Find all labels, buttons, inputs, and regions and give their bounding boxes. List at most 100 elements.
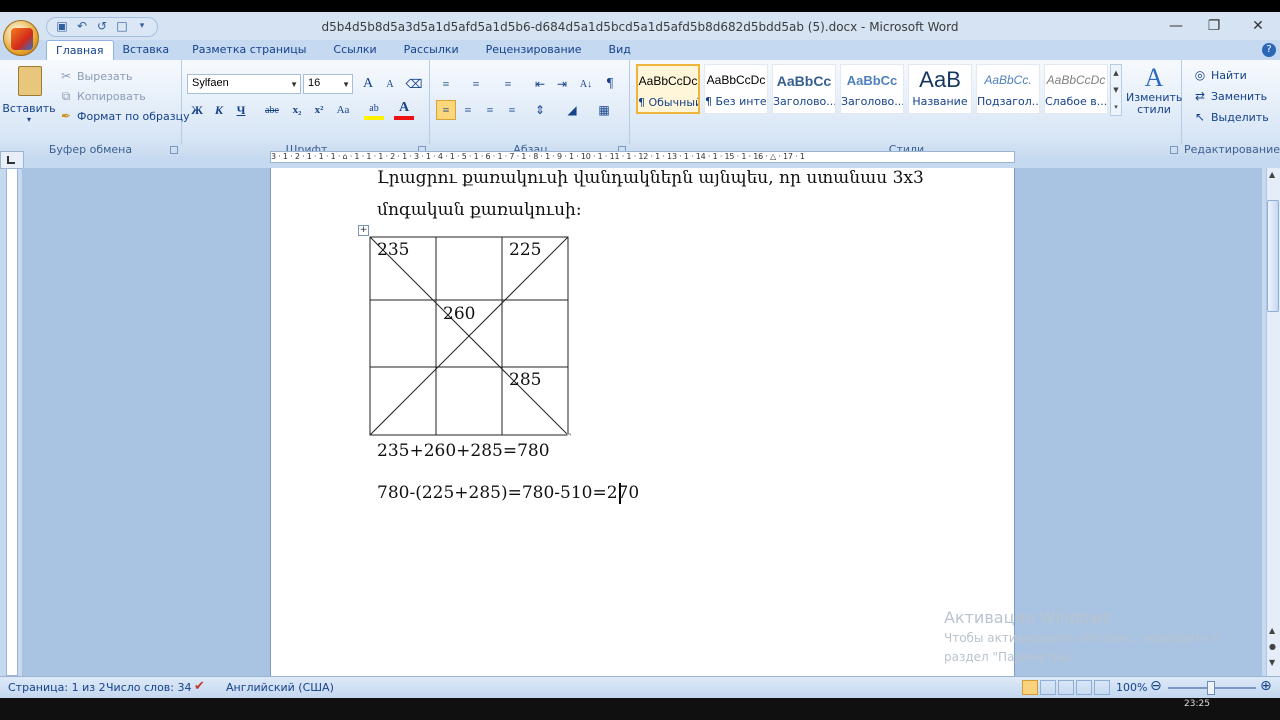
customize-icon[interactable]: ▾ [133, 18, 151, 34]
style-subtitle[interactable]: AaBbCc. Подзагол... [976, 64, 1040, 114]
styles-dialog-launcher[interactable] [1170, 146, 1178, 154]
style-heading-1[interactable]: AaBbCc Заголово... [772, 64, 836, 114]
page-count[interactable]: Страница: 1 из 2 [8, 681, 106, 694]
font-size-select[interactable]: 16 ▼ [303, 74, 353, 94]
style-no-spacing[interactable]: AaBbCcDc ¶ Без инте... [704, 64, 768, 114]
justify-button[interactable]: ≡ [502, 100, 522, 120]
browse-object-icon[interactable]: ● [1269, 642, 1276, 651]
undo-icon[interactable]: ↶ [73, 18, 91, 34]
help-icon[interactable]: ? [1262, 43, 1276, 57]
word-window: d5b4d5b8d5a3d5a1d5afd5a1d5b6-d684d5a1d5b… [0, 12, 1280, 698]
highlight-button[interactable]: ab [364, 100, 384, 120]
next-page-icon[interactable]: ▼ [1269, 658, 1275, 667]
superscript-button[interactable]: x² [309, 100, 329, 120]
numbering-button[interactable]: ≡ [466, 74, 486, 94]
font-family-select[interactable]: Sylfaen ▼ [187, 74, 301, 94]
underline-button[interactable]: Ч [231, 100, 251, 120]
horizontal-ruler[interactable]: 3 · 1 · 2 · 1 · 1 · 1 · ⌂ · 1 · 1 · 1 · … [270, 151, 1015, 163]
table-move-handle-icon[interactable]: + [358, 225, 369, 236]
paste-button[interactable]: Вставить ▾ [2, 64, 56, 124]
close-button[interactable]: ✕ [1236, 16, 1280, 36]
save-icon[interactable]: ▣ [53, 18, 71, 34]
new-document-icon[interactable]: □ [113, 18, 131, 34]
clipboard-dialog-launcher[interactable] [170, 146, 178, 154]
bullets-button[interactable]: ≡ [436, 74, 456, 94]
align-center-button[interactable]: ≡ [458, 100, 478, 120]
language-indicator[interactable]: Английский (США) [226, 681, 334, 694]
font-color-button[interactable]: A [394, 100, 414, 120]
replace-icon: ⇄ [1194, 89, 1206, 103]
align-right-button[interactable]: ≡ [480, 100, 500, 120]
print-layout-view-icon[interactable] [1022, 680, 1038, 695]
change-styles-button[interactable]: A Изменить стили [1126, 64, 1182, 120]
table-resize-handle[interactable] [566, 433, 571, 436]
proofing-icon[interactable]: ✔ [194, 679, 205, 694]
copy-button[interactable]: ⧉ Копировать [58, 88, 146, 104]
clipboard-group-label: Буфер обмена [48, 143, 133, 156]
tab-references[interactable]: Ссылки [315, 40, 385, 60]
italic-button[interactable]: К [209, 100, 229, 120]
web-layout-view-icon[interactable] [1058, 680, 1074, 695]
decrease-indent-button[interactable]: ⇤ [530, 74, 550, 94]
draft-view-icon[interactable] [1094, 680, 1110, 695]
bold-button[interactable]: Ж [187, 100, 207, 120]
word-count[interactable]: Число слов: 34 [106, 681, 192, 694]
tab-stop-icon [7, 156, 15, 164]
shrink-font-icon: A [386, 78, 394, 90]
redo-icon[interactable]: ↺ [93, 18, 111, 34]
clear-formatting-button[interactable]: ⌫ [404, 74, 424, 94]
tab-selector[interactable] [0, 151, 24, 169]
scrollbar-thumb[interactable] [1267, 200, 1279, 312]
style-heading-2[interactable]: AaBbCc Заголово... [840, 64, 904, 114]
window-title: d5b4d5b8d5a3d5a1d5afd5a1d5b6-d684d5a1d5b… [321, 20, 959, 34]
align-left-button[interactable]: ≡ [436, 100, 456, 120]
borders-button[interactable]: ▦ [594, 100, 614, 120]
previous-page-icon[interactable]: ▲ [1269, 626, 1275, 635]
style-normal[interactable]: AaBbCcDc ¶ Обычный [636, 64, 700, 114]
grow-font-button[interactable]: A [358, 74, 378, 94]
full-screen-reading-view-icon[interactable] [1040, 680, 1056, 695]
cut-button[interactable]: ✂ Вырезать [58, 68, 133, 84]
multilevel-list-button[interactable]: ≡ [498, 74, 518, 94]
strikethrough-button[interactable]: abe [262, 100, 282, 120]
style-name: Название [912, 95, 968, 108]
zoom-slider-thumb[interactable] [1207, 681, 1215, 695]
sort-button[interactable]: А↓ [576, 74, 596, 94]
equation-2: 780-(225+285)=780-510=270 [377, 483, 640, 503]
change-case-button[interactable]: Aa [333, 100, 353, 120]
zoom-level[interactable]: 100% [1116, 681, 1147, 694]
subscript-button[interactable]: x₂ [287, 100, 307, 120]
shading-button[interactable]: ◢ [562, 100, 582, 120]
zoom-in-icon[interactable]: ⊕ [1260, 678, 1272, 694]
tab-home[interactable]: Главная [46, 40, 114, 61]
restore-button[interactable]: ❐ [1192, 16, 1236, 36]
tab-view[interactable]: Вид [591, 40, 640, 60]
office-logo-icon [11, 28, 33, 50]
shrink-font-button[interactable]: A [380, 74, 400, 94]
instruction-line-2: մոգական քառակուսի: [377, 200, 582, 220]
styles-scroll[interactable]: ▲ ▼ ▾ [1110, 64, 1122, 116]
style-subtle-emphasis[interactable]: AaBbCcDc Слабое в... [1044, 64, 1108, 114]
style-title[interactable]: АаВ Название [908, 64, 972, 114]
tab-review[interactable]: Рецензирование [468, 40, 591, 60]
select-button[interactable]: ↖ Выделить [1192, 109, 1269, 125]
text-cursor [619, 483, 621, 504]
tab-page-layout[interactable]: Разметка страницы [178, 40, 315, 60]
format-painter-button[interactable]: ✒ Формат по образцу [58, 108, 190, 124]
office-button[interactable] [3, 20, 39, 56]
find-button[interactable]: ◎ Найти [1192, 67, 1247, 83]
document-page[interactable]: Լրացրու քառակուսի վանդակներն այնպես, որ … [270, 168, 1015, 676]
tab-mailings[interactable]: Рассылки [386, 40, 468, 60]
tab-insert[interactable]: Вставка [114, 40, 179, 60]
scroll-up-icon[interactable]: ▲ [1269, 170, 1275, 179]
zoom-out-icon[interactable]: ⊖ [1150, 678, 1162, 694]
status-bar: Страница: 1 из 2 Число слов: 34 ✔ Англий… [0, 676, 1280, 698]
replace-button[interactable]: ⇄ Заменить [1192, 88, 1267, 104]
vertical-ruler[interactable] [6, 168, 18, 676]
style-preview: AaBbCc [846, 73, 898, 88]
increase-indent-button[interactable]: ⇥ [552, 74, 572, 94]
outline-view-icon[interactable] [1076, 680, 1092, 695]
show-marks-button[interactable]: ¶ [600, 74, 620, 94]
quick-access-toolbar: ▣ ↶ ↺ □ ▾ [46, 17, 158, 37]
line-spacing-button[interactable]: ⇕ [530, 100, 550, 120]
